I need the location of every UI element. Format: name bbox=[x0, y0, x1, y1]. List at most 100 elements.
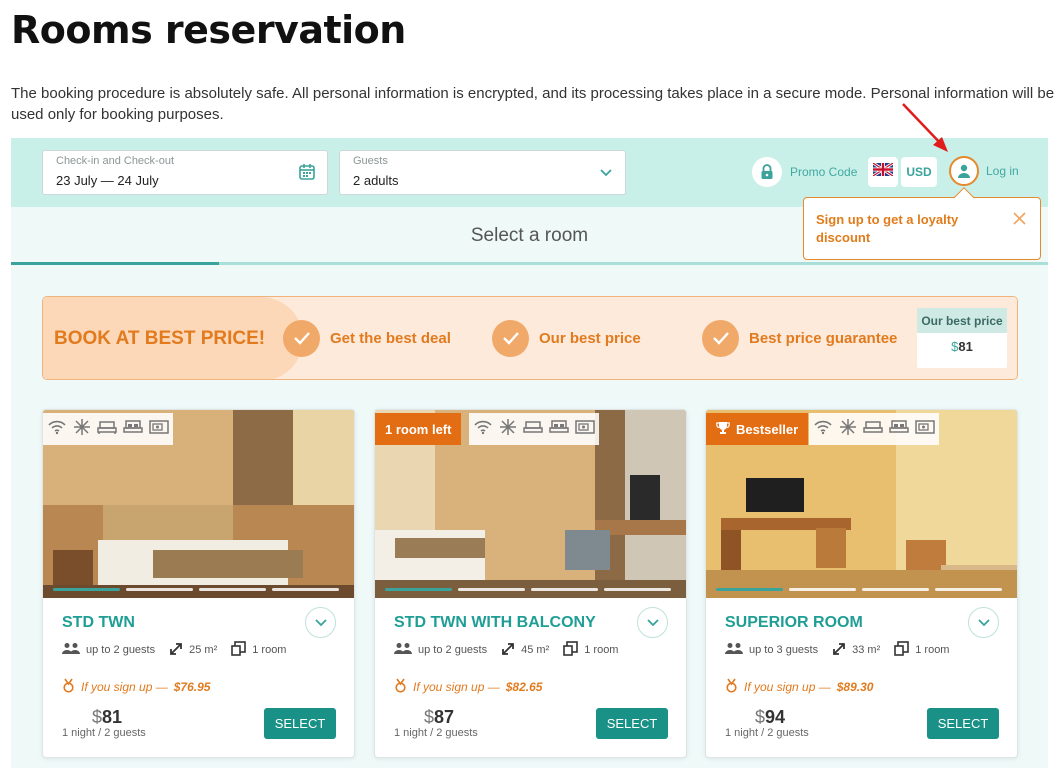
bestseller-badge: Bestseller bbox=[706, 413, 809, 445]
best-price-title: BOOK AT BEST PRICE! bbox=[54, 328, 266, 349]
price-terms: 1 night / 2 guests bbox=[725, 727, 809, 739]
chevron-down-icon bbox=[599, 165, 613, 183]
currency-symbol: $ bbox=[423, 707, 434, 727]
room-price: $87 bbox=[394, 707, 484, 728]
photo-carousel-dots[interactable] bbox=[53, 588, 339, 591]
room-guests: up to 3 guests bbox=[749, 644, 819, 656]
currency-button[interactable]: USD bbox=[901, 157, 937, 187]
signup-price: $89.30 bbox=[836, 680, 874, 694]
best-price-banner: BOOK AT BEST PRICE! Get the best deal Ou… bbox=[42, 296, 1018, 380]
photo-carousel-dots[interactable] bbox=[716, 588, 1002, 591]
select-room-button[interactable]: SELECT bbox=[927, 708, 999, 739]
guests-icon bbox=[62, 642, 80, 658]
best-price-item: Get the best deal bbox=[283, 319, 451, 357]
medal-icon bbox=[62, 678, 75, 696]
room-count: 1 room bbox=[584, 644, 619, 656]
login-label: Log in bbox=[986, 164, 1019, 178]
room-card: STD TWN up to 2 guests 25 m² 1 room If y… bbox=[42, 409, 355, 758]
select-room-button[interactable]: SELECT bbox=[596, 708, 668, 739]
chevron-down-icon bbox=[977, 614, 990, 632]
best-price-item-label: Our best price bbox=[539, 329, 641, 347]
chevron-down-icon bbox=[314, 614, 327, 632]
language-button[interactable] bbox=[868, 157, 898, 187]
room-guests: up to 2 guests bbox=[418, 644, 488, 656]
amenities-bar bbox=[43, 413, 173, 445]
user-icon bbox=[949, 156, 979, 186]
tooltip-text: Sign up to get a loyalty discount bbox=[816, 212, 959, 245]
chevron-down-icon bbox=[646, 614, 659, 632]
room-count-icon bbox=[231, 641, 247, 659]
dates-field[interactable]: Check-in and Check-out 23 July — 24 July bbox=[42, 150, 328, 195]
best-price-item: Our best price bbox=[492, 319, 641, 357]
bestseller-label: Bestseller bbox=[736, 421, 799, 437]
close-icon[interactable] bbox=[1013, 212, 1026, 230]
select-room-button[interactable]: SELECT bbox=[264, 708, 336, 739]
signup-price: $82.65 bbox=[505, 680, 543, 694]
guests-value: 2 adults bbox=[353, 173, 399, 188]
currency-symbol: $ bbox=[91, 707, 102, 727]
room-name[interactable]: STD TWN bbox=[62, 614, 135, 632]
best-price-item-label: Best price guarantee bbox=[749, 329, 898, 347]
room-name[interactable]: STD TWN WITH BALCONY bbox=[394, 614, 596, 632]
guests-icon bbox=[725, 642, 743, 658]
uk-flag-icon bbox=[872, 161, 894, 181]
double-bed-icon bbox=[889, 419, 909, 440]
double-bed-icon bbox=[123, 419, 143, 440]
medal-icon bbox=[725, 678, 738, 696]
signup-text: If you sign up — bbox=[413, 680, 500, 694]
area-icon bbox=[169, 642, 183, 659]
signup-discount-link[interactable]: If you sign up — $89.30 bbox=[725, 678, 873, 696]
room-area: 33 m² bbox=[852, 644, 881, 656]
check-icon bbox=[702, 319, 739, 357]
room-price-value: 87 bbox=[433, 707, 455, 727]
wifi-icon bbox=[813, 419, 833, 440]
bed-icon bbox=[523, 419, 543, 440]
price-terms: 1 night / 2 guests bbox=[394, 727, 478, 739]
guests-icon bbox=[394, 642, 412, 658]
wifi-icon bbox=[47, 419, 67, 440]
wifi-icon bbox=[473, 419, 493, 440]
area-icon bbox=[501, 642, 515, 659]
safe-icon bbox=[149, 419, 169, 440]
promo-code-button[interactable]: Promo Code bbox=[752, 156, 857, 188]
room-specs: up to 2 guests 25 m² 1 room bbox=[62, 641, 300, 659]
room-card: 1 room left STD TWN WITH BALCONY up to 2… bbox=[374, 409, 687, 758]
expand-room-button[interactable] bbox=[968, 607, 999, 638]
expand-room-button[interactable] bbox=[305, 607, 336, 638]
annotation-arrow-icon bbox=[902, 103, 948, 152]
area-icon bbox=[832, 642, 846, 659]
room-price-value: 94 bbox=[764, 707, 786, 727]
amenities-bar bbox=[469, 413, 599, 445]
calendar-icon bbox=[299, 163, 315, 185]
loyalty-tooltip: Sign up to get a loyalty discount bbox=[803, 197, 1041, 260]
dates-label: Check-in and Check-out bbox=[56, 155, 175, 167]
photo-carousel-dots[interactable] bbox=[385, 588, 671, 591]
room-count-icon bbox=[894, 641, 910, 659]
safe-icon bbox=[575, 419, 595, 440]
snowflake-icon bbox=[73, 418, 91, 441]
dates-value: 23 July — 24 July bbox=[56, 173, 159, 188]
signup-discount-link[interactable]: If you sign up — $76.95 bbox=[62, 678, 210, 696]
bed-icon bbox=[97, 419, 117, 440]
room-specs: up to 3 guests 33 m² 1 room bbox=[725, 641, 963, 659]
room-specs: up to 2 guests 45 m² 1 room bbox=[394, 641, 632, 659]
our-best-price-box: Our best price $81 bbox=[917, 308, 1007, 368]
room-name[interactable]: SUPERIOR ROOM bbox=[725, 614, 863, 632]
snowflake-icon bbox=[499, 418, 517, 441]
signup-price: $76.95 bbox=[173, 680, 211, 694]
page-title: Rooms reservation bbox=[11, 8, 406, 52]
snowflake-icon bbox=[839, 418, 857, 441]
trophy-icon bbox=[716, 421, 730, 438]
room-count: 1 room bbox=[252, 644, 287, 656]
login-button[interactable]: Log in bbox=[949, 156, 1019, 186]
guests-label: Guests bbox=[353, 155, 388, 167]
double-bed-icon bbox=[549, 419, 569, 440]
room-price: $94 bbox=[725, 707, 815, 728]
signup-text: If you sign up — bbox=[744, 680, 831, 694]
guests-field[interactable]: Guests 2 adults bbox=[339, 150, 626, 195]
safe-icon bbox=[915, 419, 935, 440]
room-card: Bestseller SUPERIOR ROOM up to 3 guests … bbox=[705, 409, 1018, 758]
signup-discount-link[interactable]: If you sign up — $82.65 bbox=[394, 678, 542, 696]
best-price-item: Best price guarantee bbox=[702, 319, 897, 357]
expand-room-button[interactable] bbox=[637, 607, 668, 638]
